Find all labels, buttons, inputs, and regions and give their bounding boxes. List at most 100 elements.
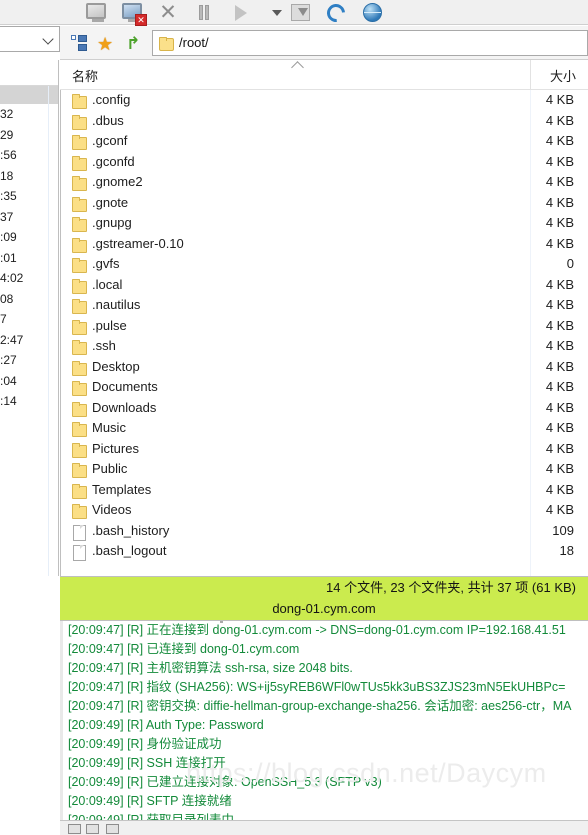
local-pane-rows: 32 29:56 18:35 37:09:01 4:02 08 7 2:47:27:04:14 — [0, 104, 58, 412]
sort-ascending-icon — [291, 61, 304, 74]
play-icon[interactable] — [228, 1, 254, 24]
log-line: [20:09:49] [R] 获取目录列表中...... — [68, 813, 255, 820]
local-drive-combo[interactable] — [0, 26, 60, 52]
file-name: .config — [92, 92, 131, 107]
download-icon[interactable] — [288, 1, 314, 24]
local-pane-row[interactable]: 4:02 — [0, 268, 58, 289]
file-name: Documents — [92, 379, 158, 394]
pause-icon[interactable] — [192, 1, 218, 24]
table-row[interactable]: .ssh 4 KB — [60, 336, 588, 357]
table-row[interactable]: .gnome2 4 KB — [60, 172, 588, 193]
file-name: Desktop — [92, 358, 140, 374]
star-icon[interactable]: ★ — [94, 31, 118, 55]
folder-icon — [72, 237, 87, 253]
file-size: 4 KB — [545, 420, 574, 435]
local-pane-row[interactable]: :09 — [0, 227, 58, 248]
local-pane-selected-row[interactable] — [0, 86, 58, 104]
close-session-icon[interactable]: ✕ — [156, 1, 182, 24]
table-row[interactable]: .gstreamer-0.10 4 KB — [60, 234, 588, 255]
local-pane-row[interactable]: 37 — [0, 207, 58, 228]
file-size: 4 KB — [545, 235, 574, 251]
table-row[interactable]: .gconfd 4 KB — [60, 152, 588, 173]
header-column-separator[interactable] — [530, 60, 531, 90]
local-pane-row[interactable]: :01 — [0, 248, 58, 269]
file-size: 4 KB — [545, 379, 574, 394]
local-pane-row[interactable]: 29 — [0, 125, 58, 146]
browser-icon[interactable] — [360, 1, 386, 24]
local-pane-row[interactable]: 32 — [0, 104, 58, 125]
file-name: .local — [92, 276, 123, 292]
column-header-name[interactable]: 名称 — [72, 66, 98, 85]
table-row[interactable]: Music 4 KB — [60, 418, 588, 439]
remote-file-list[interactable]: 名称 大小 .config 4 KB .dbus 4 KB .gconf 4 KB .gco… — [60, 60, 588, 576]
column-header-size[interactable]: 大小 — [550, 66, 576, 85]
log-left-rail — [60, 621, 63, 820]
file-size: 4 KB — [545, 153, 574, 169]
local-pane-row[interactable]: :35 — [0, 186, 58, 207]
connect-icon[interactable] — [84, 1, 110, 24]
table-row[interactable]: .gnote 4 KB — [60, 193, 588, 214]
local-pane-row[interactable]: 18 — [0, 166, 58, 187]
refresh-icon[interactable] — [323, 0, 350, 26]
remote-path-bar: ★ ↱ /root/ — [60, 26, 588, 60]
log-line: [20:09:47] [R] 指纹 (SHA256): WS+ij5syREB6… — [68, 680, 566, 694]
folder-icon — [72, 422, 87, 437]
table-row[interactable]: .bash_logout 18 — [60, 541, 588, 562]
folder-icon — [72, 483, 87, 499]
local-pane-header — [0, 60, 58, 86]
folder-icon — [72, 258, 87, 273]
folder-icon — [72, 135, 87, 150]
file-name: Templates — [92, 481, 152, 497]
table-row[interactable]: .gvfs 0 — [60, 254, 588, 275]
status-summary-bar: 14 个文件, 23 个文件夹, 共计 37 项 (61 KB) — [60, 576, 588, 598]
up-arrow-icon[interactable]: ↱ — [121, 31, 145, 55]
table-row[interactable]: Videos 4 KB — [60, 500, 588, 521]
folder-icon — [72, 360, 87, 376]
folder-icon — [72, 381, 87, 396]
local-file-pane[interactable]: 32 29:56 18:35 37:09:01 4:02 08 7 2:47:27:04:14 — [0, 60, 59, 576]
table-row[interactable]: Pictures 4 KB — [60, 439, 588, 460]
local-pane-row[interactable]: :14 — [0, 391, 58, 412]
table-row[interactable]: .dbus 4 KB — [60, 111, 588, 132]
file-size: 0 — [566, 256, 574, 271]
disconnect-icon[interactable]: ✕ — [120, 1, 147, 26]
local-pane-row[interactable]: :56 — [0, 145, 58, 166]
folder-icon — [72, 299, 87, 314]
table-row[interactable]: Downloads 4 KB — [60, 398, 588, 419]
log-line: [20:09:49] [R] SSH 连接打开 — [68, 756, 226, 770]
file-rows-container: .config 4 KB .dbus 4 KB .gconf 4 KB .gconfd 4 K… — [60, 90, 588, 562]
file-size: 4 KB — [545, 399, 574, 415]
table-row[interactable]: Desktop 4 KB — [60, 357, 588, 378]
bottom-icon-1[interactable] — [68, 824, 81, 834]
log-line: [20:09:49] [R] SFTP 连接就绪 — [68, 794, 232, 808]
local-pane-row[interactable]: 2:47 — [0, 330, 58, 351]
tree-icon[interactable] — [67, 31, 91, 55]
file-size: 4 KB — [545, 461, 574, 476]
table-row[interactable]: .pulse 4 KB — [60, 316, 588, 337]
dropdown-caret-icon[interactable] — [264, 1, 282, 24]
table-row[interactable]: Templates 4 KB — [60, 480, 588, 501]
remote-path-input[interactable]: /root/ — [152, 29, 588, 56]
log-line: [20:09:49] [R] Auth Type: Password — [68, 718, 264, 732]
table-row[interactable]: .gconf 4 KB — [60, 131, 588, 152]
bottom-icon-2[interactable] — [86, 824, 99, 834]
bottom-icon-3[interactable] — [106, 824, 119, 834]
local-pane-row[interactable]: :27 — [0, 350, 58, 371]
table-row[interactable]: .local 4 KB — [60, 275, 588, 296]
file-size: 4 KB — [545, 174, 574, 189]
local-pane-row[interactable]: :04 — [0, 371, 58, 392]
file-size: 4 KB — [545, 112, 574, 128]
toolbar-icon-group: ✕ ✕ — [84, 0, 386, 26]
session-log-pane[interactable]: [20:09:47] [R] 正在连接到 dong-01.cym.com -> … — [60, 620, 588, 820]
table-row[interactable]: .gnupg 4 KB — [60, 213, 588, 234]
local-pane-row[interactable]: 08 — [0, 289, 58, 310]
table-row[interactable]: Public 4 KB — [60, 459, 588, 480]
log-line: [20:09:47] [R] 已连接到 dong-01.cym.com — [68, 642, 300, 656]
table-row[interactable]: .config 4 KB — [60, 90, 588, 111]
file-name: .gnote — [92, 194, 129, 210]
table-row[interactable]: .nautilus 4 KB — [60, 295, 588, 316]
local-pane-row[interactable]: 7 — [0, 309, 58, 330]
table-row[interactable]: .bash_history 109 — [60, 521, 588, 542]
table-row[interactable]: Documents 4 KB — [60, 377, 588, 398]
folder-icon — [72, 217, 87, 232]
